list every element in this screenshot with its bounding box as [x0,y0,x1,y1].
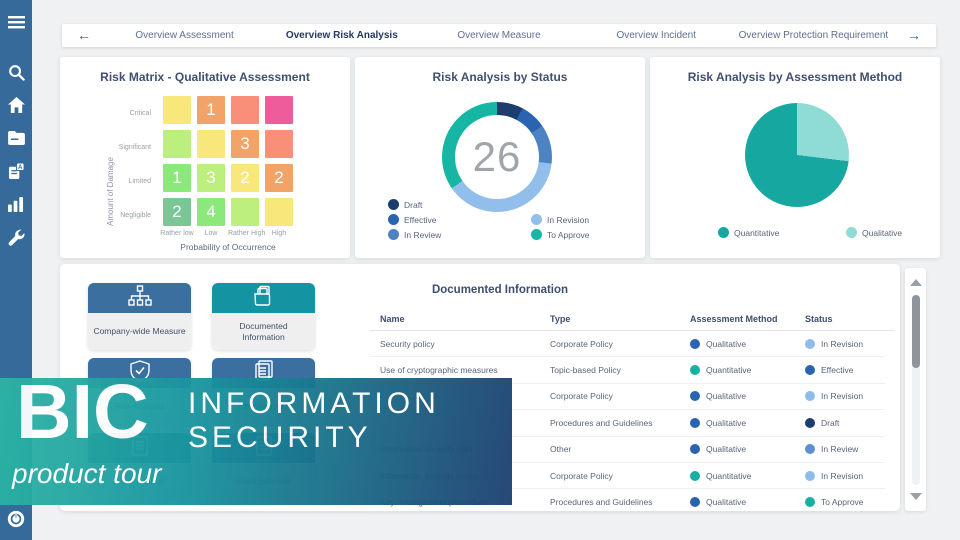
matrix-cell[interactable] [265,96,293,124]
legend-dot [718,227,729,238]
status-dot [805,339,815,349]
table-header: Name Type Assessment Method Status [370,308,895,331]
home-icon[interactable] [7,96,25,114]
tile-documented-information[interactable]: Documented Information [212,283,315,350]
donut-hole: 26 [455,115,539,199]
risk-matrix-title: Risk Matrix - Qualitative Assessment [60,57,350,84]
legend-dot [531,214,542,225]
matrix-cell[interactable]: 4 [197,198,225,226]
matrix-cell[interactable]: 1 [163,164,191,192]
method-dot [690,418,700,428]
matrix-cell[interactable] [265,198,293,226]
scroll-down-icon[interactable] [910,493,922,500]
legend-item-draft: Draft [388,199,422,210]
matrix-col-labels: Rather low Low Rather High High [160,230,296,237]
dashboard: A ← Overview Assessment Overview Risk An… [0,0,960,540]
product-tour-banner: BIC INFORMATION SECURITY product tour [0,378,512,505]
back-arrow-icon[interactable]: ← [62,24,106,47]
method-chart-title: Risk Analysis by Assessment Method [650,57,940,84]
svg-text:A: A [18,164,23,171]
tile-company-wide-measure[interactable]: Company-wide Measure [88,283,191,350]
legend-item-to-approve: To Approve [531,229,590,240]
legend-dot [846,227,857,238]
org-chart-icon [128,285,152,312]
method-dot [690,339,700,349]
matrix-cell[interactable] [163,130,191,158]
method-dot [690,391,700,401]
matrix-cell[interactable] [197,130,225,158]
power-icon[interactable] [7,510,25,528]
vertical-scrollbar[interactable] [905,268,926,511]
status-dot [805,444,815,454]
col-name: Name [380,314,550,324]
method-chart-card: Risk Analysis by Assessment Method Quant… [650,57,940,258]
banner-title-line1: INFORMATION [188,389,440,419]
bic-logo: BIC [16,372,149,452]
folder-documents-icon [252,285,276,312]
status-dot [805,471,815,481]
matrix-x-axis-label: Probability of Occurrence [163,242,293,252]
scrollbar-thumb[interactable] [912,295,920,368]
method-dot [690,497,700,507]
matrix-cell[interactable] [231,96,259,124]
status-dot [805,391,815,401]
search-icon[interactable] [7,63,25,81]
method-dot [690,365,700,375]
table-title: Documented Information [370,284,630,296]
tab-list: Overview Assessment Overview Risk Analys… [106,30,892,41]
status-chart-title: Risk Analysis by Status [355,57,645,84]
legend-item-qualitative: Qualitative [846,227,902,238]
legend-item-quantitative: Quantitative [718,227,779,238]
tab-overview-measure[interactable]: Overview Measure [420,30,577,41]
status-dot [805,418,815,428]
tab-overview-protection-requirement[interactable]: Overview Protection Requirement [735,30,892,41]
bar-chart-icon[interactable] [7,195,25,213]
legend-dot [388,214,399,225]
matrix-cell[interactable]: 3 [197,164,225,192]
risk-matrix-grid: 1 3 1 3 2 2 2 4 [163,96,293,226]
menu-icon[interactable] [7,13,25,31]
matrix-cell[interactable] [265,130,293,158]
tile-label: Documented Information [212,313,315,350]
table-row[interactable]: Security policy Corporate Policy Qualita… [370,331,885,357]
banner-tagline: product tour [12,458,161,490]
matrix-cell[interactable]: 1 [197,96,225,124]
status-dot [805,497,815,507]
matrix-cell[interactable] [163,96,191,124]
col-assessment-method: Assessment Method [690,314,805,324]
folder-icon[interactable] [7,129,25,147]
legend-item-effective: Effective [388,214,436,225]
method-dot [690,471,700,481]
legend-item-in-revision: In Revision [531,214,589,225]
banner-title-line2: SECURITY [188,423,372,453]
status-chart-card: Risk Analysis by Status 26 Draft Effecti… [355,57,645,258]
matrix-cell[interactable]: 2 [265,164,293,192]
matrix-cell[interactable]: 2 [231,164,259,192]
status-donut-chart[interactable]: 26 [442,102,552,212]
matrix-cell[interactable]: 2 [163,198,191,226]
legend-item-in-review: In Review [388,229,441,240]
tab-overview-incident[interactable]: Overview Incident [578,30,735,41]
legend-dot [388,229,399,240]
legend-dot [531,229,542,240]
tile-label: Company-wide Measure [88,313,191,350]
tab-bar: ← Overview Assessment Overview Risk Anal… [62,24,936,47]
risk-matrix-card: Risk Matrix - Qualitative Assessment Amo… [60,57,350,258]
legend-dot [388,199,399,210]
forward-arrow-icon[interactable]: → [892,24,936,47]
col-type: Type [550,314,690,324]
scroll-up-icon[interactable] [910,279,922,286]
donut-total-count: 26 [473,133,522,181]
method-dot [690,444,700,454]
matrix-cell[interactable] [231,198,259,226]
matrix-cell[interactable]: 3 [231,130,259,158]
tab-overview-risk-analysis[interactable]: Overview Risk Analysis [263,30,420,41]
col-status: Status [805,314,895,324]
document-a-icon[interactable]: A [7,162,25,180]
matrix-row-labels: Critical Significant Limited Negligible [90,96,158,232]
tab-overview-assessment[interactable]: Overview Assessment [106,30,263,41]
status-dot [805,365,815,375]
method-pie-chart[interactable] [745,103,849,207]
wrench-icon[interactable] [7,228,25,246]
